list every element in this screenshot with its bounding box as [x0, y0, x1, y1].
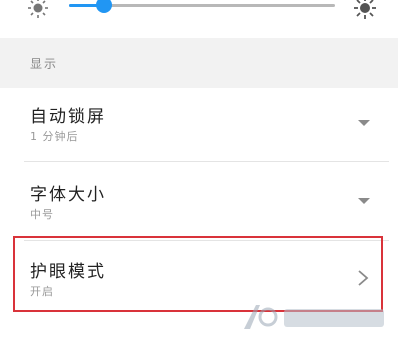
divider	[24, 161, 389, 162]
watermark-logo	[244, 305, 384, 329]
slider-thumb[interactable]	[95, 0, 112, 13]
section-header-display: 显示	[0, 38, 398, 88]
dropdown-caret-icon[interactable]	[358, 198, 370, 204]
setting-title: 字体大小	[30, 185, 106, 205]
section-header-label: 显示	[30, 57, 59, 71]
setting-font-size[interactable]: 字体大小 中号	[0, 166, 398, 236]
dropdown-caret-icon[interactable]	[358, 120, 370, 126]
sun-bright-icon	[354, 0, 376, 19]
brightness-slider[interactable]	[69, 0, 335, 13]
sun-dim-icon	[28, 0, 48, 18]
setting-title: 自动锁屏	[30, 107, 106, 127]
brightness-row	[0, 0, 398, 38]
setting-value: 1 分钟后	[30, 130, 79, 143]
setting-auto-lock[interactable]: 自动锁屏 1 分钟后	[0, 88, 398, 158]
setting-value: 中号	[30, 208, 54, 221]
